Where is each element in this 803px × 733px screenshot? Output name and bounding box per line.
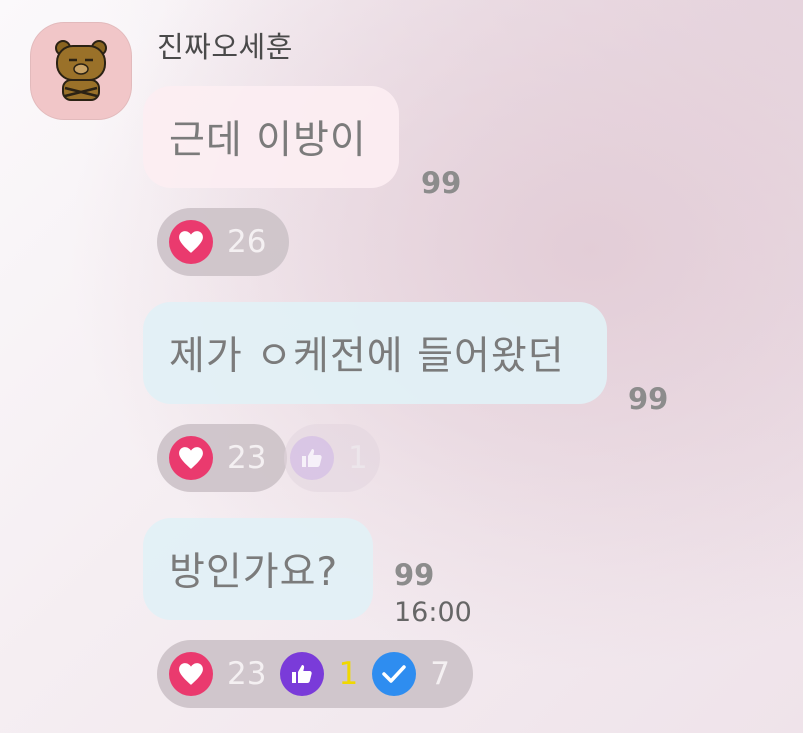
message-text: 근데 이방이 — [169, 118, 367, 163]
heart-icon[interactable] — [169, 220, 213, 264]
read-count: 99 — [421, 166, 462, 200]
heart-icon[interactable] — [169, 652, 213, 696]
reaction-bar[interactable]: 26 — [157, 208, 289, 276]
heart-count: 26 — [227, 224, 267, 260]
message-text: 방인가요? — [169, 550, 339, 595]
message-bubble[interactable]: 제가 ㅇ케전에 들어왔던 — [143, 302, 607, 404]
sender-name: 진짜오세훈 — [157, 30, 293, 64]
heart-count: 23 — [227, 440, 267, 476]
avatar[interactable] — [30, 22, 132, 120]
ryan-character-icon — [55, 40, 107, 101]
check-count: 7 — [430, 656, 450, 692]
thumbs-up-icon[interactable] — [280, 652, 325, 696]
reaction-bar[interactable]: 23 — [157, 424, 287, 492]
reaction-bar[interactable]: 23 1 7 — [157, 640, 473, 708]
thumbs-up-icon[interactable] — [290, 436, 334, 480]
read-count: 99 — [628, 382, 669, 416]
timestamp: 16:00 — [394, 597, 472, 628]
heart-icon[interactable] — [169, 436, 213, 480]
like-count: 1 — [348, 440, 368, 476]
reaction-bar-faded[interactable]: 1 — [284, 424, 380, 492]
message-bubble[interactable]: 방인가요? — [143, 518, 373, 620]
message-text: 제가 ㅇ케전에 들어왔던 — [169, 334, 565, 379]
heart-count: 23 — [227, 656, 267, 692]
read-count: 99 — [394, 558, 435, 592]
like-count: 1 — [338, 656, 359, 692]
message-bubble[interactable]: 근데 이방이 — [143, 86, 399, 188]
check-icon[interactable] — [372, 652, 417, 696]
